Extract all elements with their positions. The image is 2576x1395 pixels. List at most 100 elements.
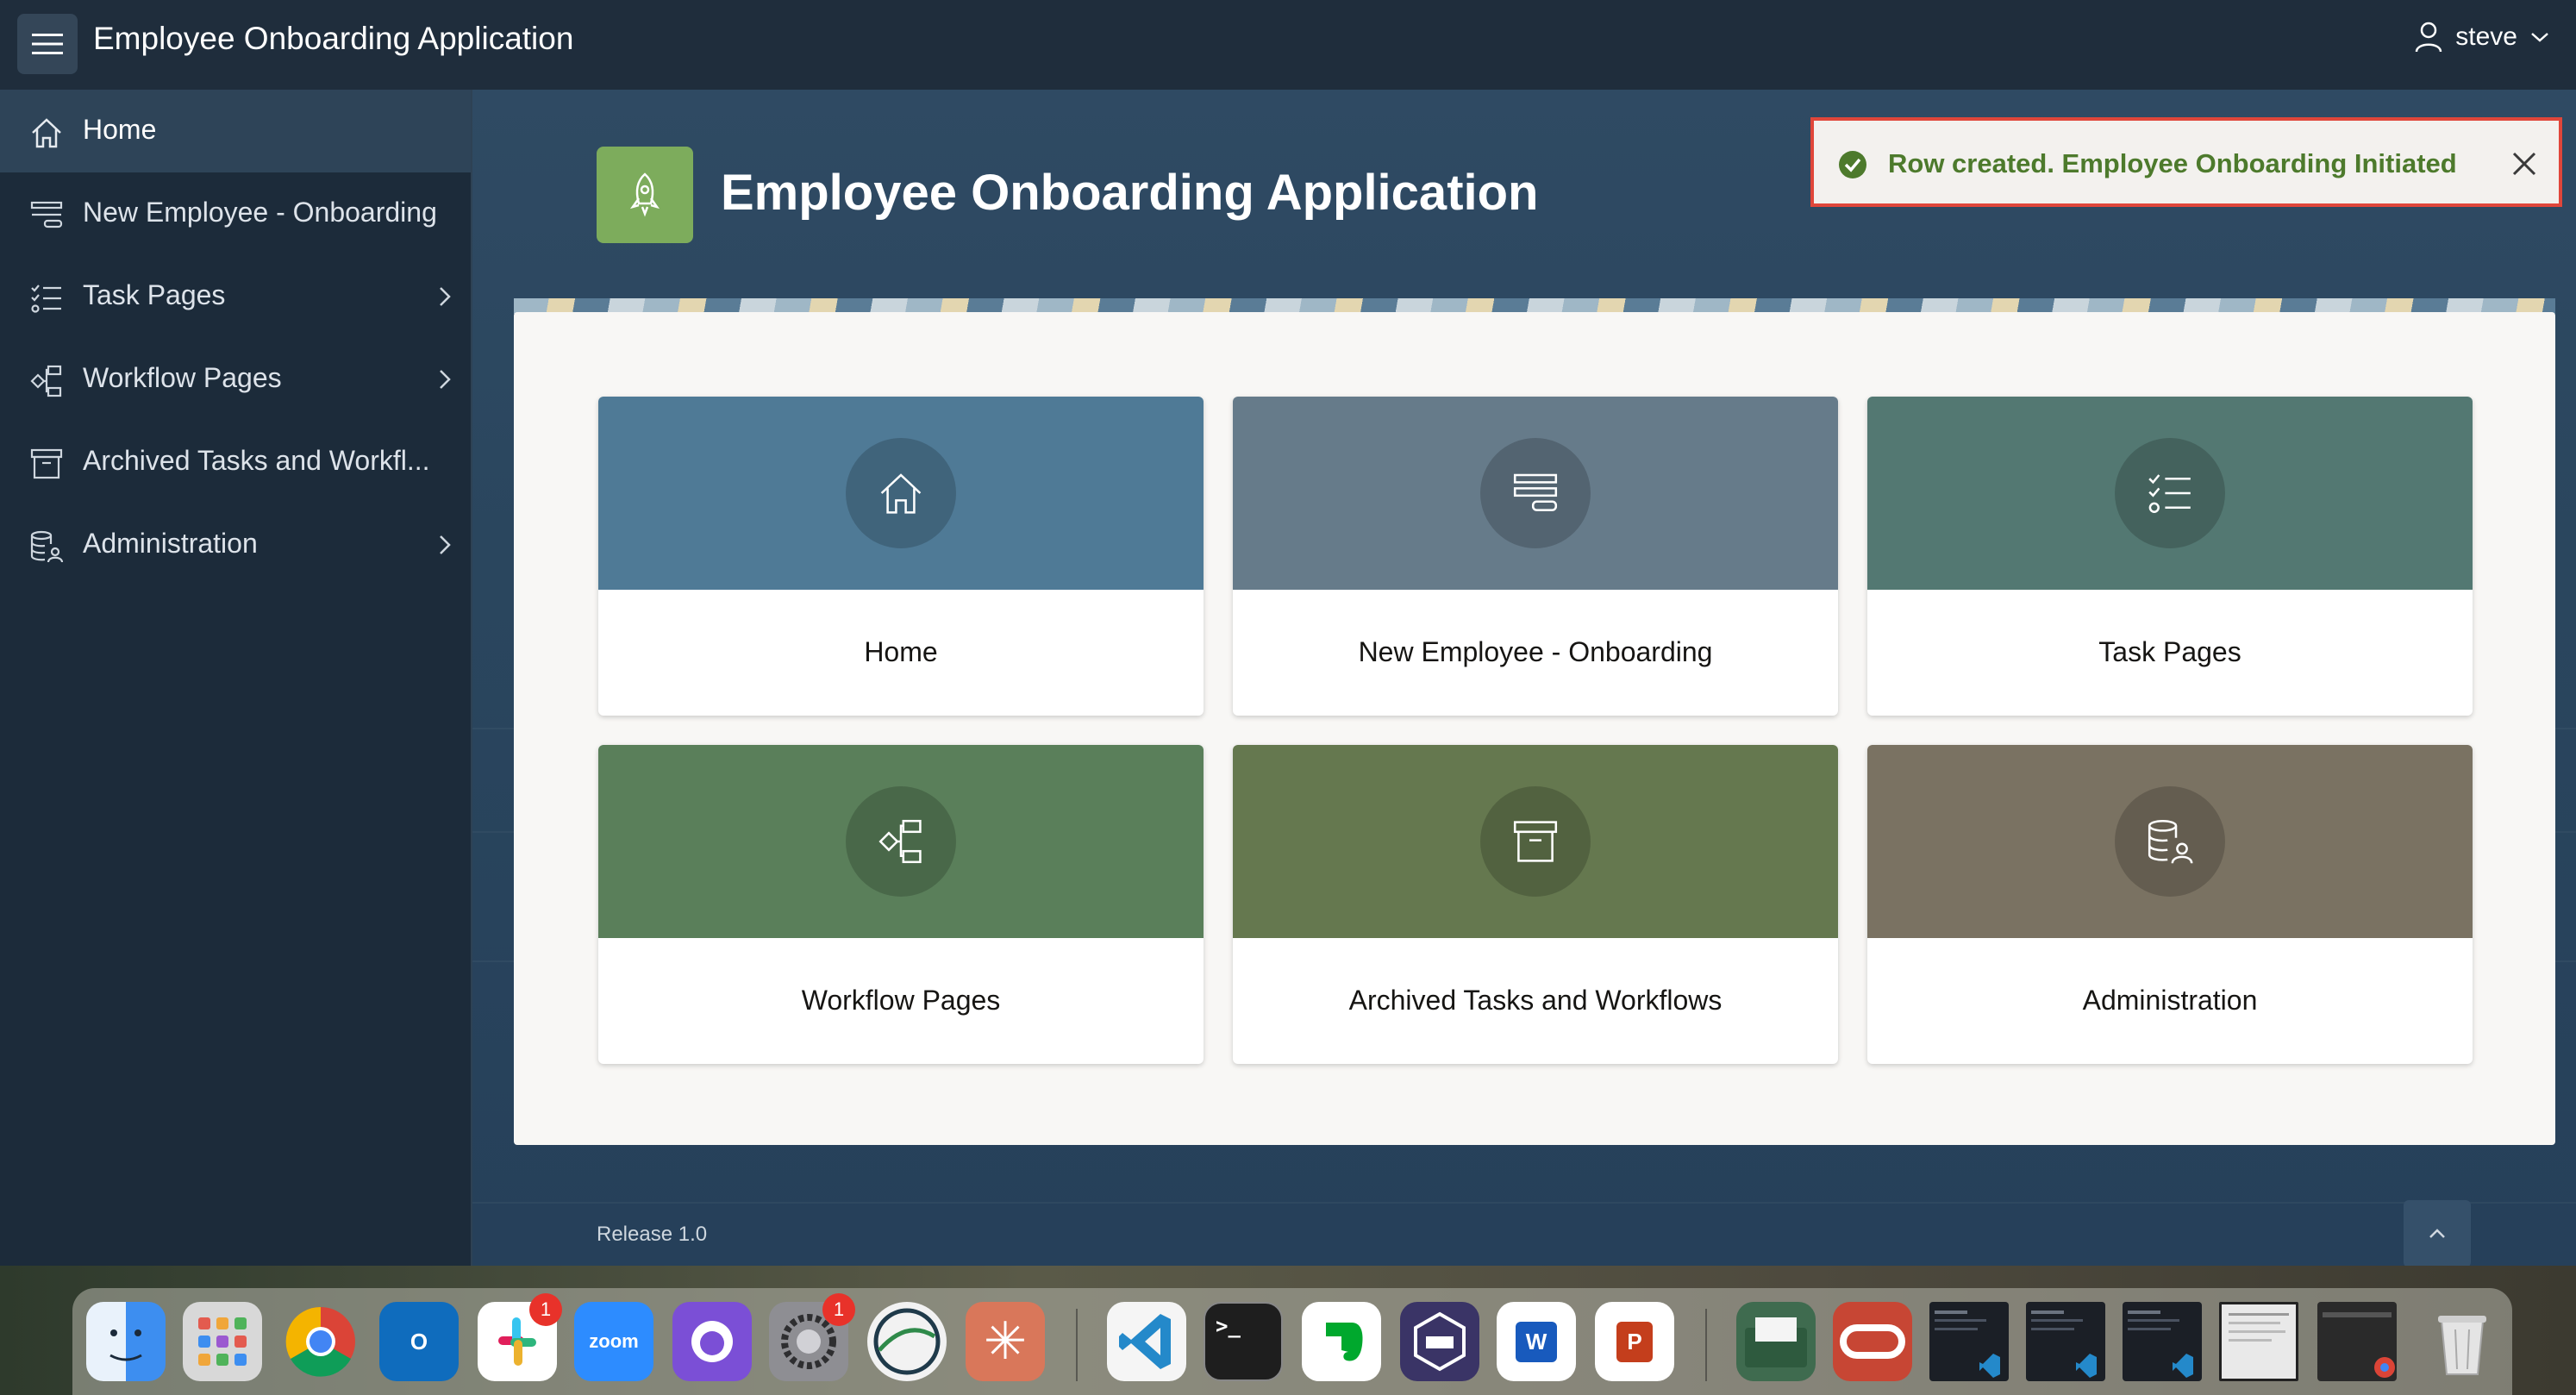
checklist-icon (2148, 474, 2191, 513)
word-letter-icon: W (1497, 1302, 1576, 1381)
card-icon-circle (846, 438, 956, 548)
app-title[interactable]: Employee Onboarding Application (93, 21, 573, 57)
form-icon (1513, 473, 1558, 511)
hamburger-icon (32, 34, 63, 54)
vscode-logo-icon (1119, 1314, 1171, 1369)
sidebar-item-archived[interactable]: Archived Tasks and Workfl... (0, 421, 471, 504)
finder-icon[interactable] (86, 1302, 166, 1381)
success-toast: Row created. Employee Onboarding Initiat… (1810, 117, 2562, 207)
sidebar-item-label: Workflow Pages (83, 362, 282, 393)
page-title: Employee Onboarding Application (721, 165, 1539, 221)
window-thumbnail-vscode-2[interactable] (2026, 1302, 2105, 1381)
window-thumbnail-chrome[interactable] (2317, 1302, 2397, 1381)
notification-badge: 1 (822, 1293, 855, 1326)
card-icon-circle (1480, 786, 1591, 897)
card-header (598, 745, 1204, 938)
hero-app-icon (597, 147, 693, 243)
hexagon-icon (1414, 1311, 1466, 1372)
container-icon[interactable] (1400, 1302, 1479, 1381)
card-header (1233, 397, 1838, 590)
window-thumbnail-vscode-1[interactable] (1929, 1302, 2009, 1381)
github-icon[interactable] (672, 1302, 752, 1381)
user-menu[interactable]: steve (2414, 21, 2550, 53)
vscode-badge-icon (1935, 1311, 2000, 1378)
sidebar-item-administration[interactable]: Administration (0, 504, 471, 586)
home-icon (32, 118, 61, 148)
terminal-icon[interactable]: >_ (1204, 1302, 1283, 1381)
notification-badge: 1 (529, 1293, 562, 1326)
form-icon (30, 201, 63, 228)
card-workflow-pages[interactable]: Workflow Pages (598, 745, 1204, 1064)
outlook-icon[interactable]: O (379, 1302, 459, 1381)
card-header (1867, 397, 2473, 590)
card-icon-circle (1480, 438, 1591, 548)
window-thumbnail-document[interactable] (2219, 1302, 2298, 1381)
card-task-pages[interactable]: Task Pages (1867, 397, 2473, 716)
chrome-badge-icon (2323, 1312, 2395, 1378)
window-thumbnail-vscode-3[interactable] (2123, 1302, 2202, 1381)
hamburger-menu-button[interactable] (17, 14, 78, 74)
checklist-icon (31, 285, 61, 313)
sparkle-icon[interactable]: ✳ (966, 1302, 1045, 1381)
trash-icon[interactable] (2423, 1302, 2502, 1381)
release-label: Release 1.0 (597, 1223, 708, 1246)
workflow-icon (878, 819, 922, 864)
check-circle-icon (1839, 151, 1866, 178)
outlook-letter-icon: O (410, 1328, 428, 1354)
card-archived[interactable]: Archived Tasks and Workflows (1233, 745, 1838, 1064)
card-administration[interactable]: Administration (1867, 745, 2473, 1064)
chrome-icon[interactable] (281, 1302, 360, 1381)
word-icon[interactable]: W (1497, 1302, 1576, 1381)
rocket-icon (629, 172, 660, 217)
chevron-right-icon[interactable] (435, 366, 455, 393)
sidebar-item-label: Task Pages (83, 279, 226, 310)
workflow-icon (30, 365, 62, 397)
launchpad-icon[interactable] (183, 1302, 262, 1381)
archive-icon (30, 448, 63, 479)
globe-lines-icon (873, 1308, 941, 1375)
sidebar-item-workflow-pages[interactable]: Workflow Pages (0, 338, 471, 421)
top-header: Employee Onboarding Application steve (0, 0, 2576, 90)
powerpoint-letter-icon: P (1595, 1302, 1674, 1381)
card-home[interactable]: Home (598, 397, 1204, 716)
sidebar-item-new-employee[interactable]: New Employee - Onboarding (0, 172, 471, 255)
finder-face-icon (109, 1329, 142, 1361)
card-new-employee[interactable]: New Employee - Onboarding (1233, 397, 1838, 716)
chevron-right-icon[interactable] (435, 531, 455, 559)
close-icon[interactable] (2509, 148, 2540, 179)
dock-separator (1705, 1309, 1707, 1381)
vscode-badge-icon (2128, 1311, 2193, 1378)
user-icon (2416, 22, 2442, 53)
sidebar-item-task-pages[interactable]: Task Pages (0, 255, 471, 338)
card-icon-circle (2115, 786, 2225, 897)
vscode-icon[interactable] (1107, 1302, 1186, 1381)
database-user-icon (2148, 819, 2193, 864)
dock-separator (1076, 1309, 1078, 1381)
sidebar-item-home[interactable]: Home (0, 90, 471, 172)
folder-icon[interactable] (1736, 1302, 1816, 1381)
zoom-label: zoom (589, 1330, 639, 1352)
globe-icon[interactable] (867, 1302, 947, 1381)
card-icon-circle (2115, 438, 2225, 548)
powerpoint-icon[interactable]: P (1595, 1302, 1674, 1381)
oracle-icon[interactable] (1833, 1302, 1912, 1381)
oracle-ring-icon (1840, 1324, 1905, 1359)
chrome-logo-icon (285, 1306, 355, 1377)
sidebar-item-label: Archived Tasks and Workfl... (83, 445, 430, 476)
sidebar-nav: Home New Employee - Onboarding Task Page… (0, 90, 472, 1266)
chevron-right-icon[interactable] (435, 283, 455, 310)
user-name: steve (2455, 22, 2517, 51)
evernote-icon[interactable] (1302, 1302, 1381, 1381)
sidebar-item-label: Home (83, 114, 157, 145)
github-cat-icon (691, 1321, 733, 1362)
card-label: Administration (2082, 985, 2258, 1016)
back-to-top-button[interactable] (2404, 1200, 2471, 1267)
elephant-icon (1326, 1323, 1363, 1361)
card-header (1233, 745, 1838, 938)
zoom-icon[interactable]: zoom (574, 1302, 653, 1381)
trash-can-icon (2438, 1316, 2486, 1375)
home-icon (880, 473, 922, 514)
card-header (598, 397, 1204, 590)
card-label: Home (864, 636, 938, 667)
folder-shape-icon (1745, 1317, 1807, 1367)
